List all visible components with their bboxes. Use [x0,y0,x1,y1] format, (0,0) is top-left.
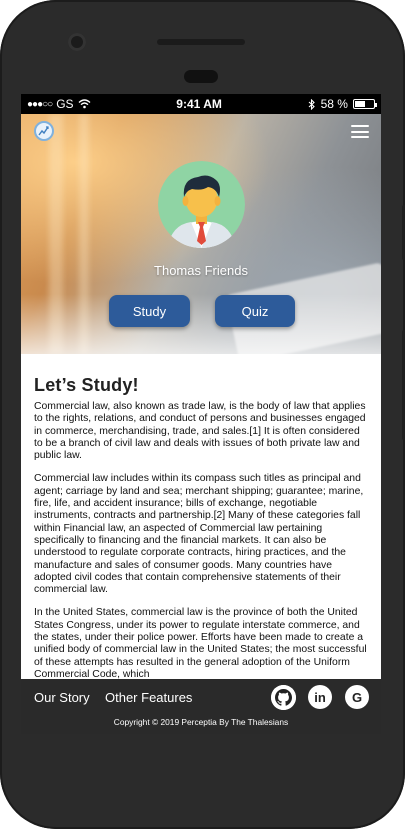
github-icon[interactable] [271,685,296,710]
front-camera [68,33,86,51]
copyright-text: Copyright © 2019 Perceptia By The Thales… [113,717,289,727]
hamburger-menu-icon[interactable] [351,125,369,138]
our-story-link[interactable]: Our Story [34,690,90,705]
clock: 9:41 AM [176,97,222,111]
proximity-sensor [184,70,218,83]
page-title: Let’s Study! [34,375,139,395]
study-content: Let’s Study! Commercial law, also known … [21,354,381,679]
content-paragraph: Commercial law includes within its compa… [34,473,364,596]
battery-level [354,101,365,107]
earpiece-speaker [157,39,245,45]
wifi-icon [78,99,91,109]
battery-icon [352,99,377,109]
google-icon[interactable]: G [345,685,369,709]
study-button[interactable]: Study [109,295,190,327]
logo-chart-icon [38,126,49,136]
username-label: Thomas Friends [154,263,248,278]
carrier-label: GS [56,97,74,111]
battery-percent: 58 % [320,97,348,111]
user-avatar-icon [158,161,245,248]
other-features-link[interactable]: Other Features [105,690,192,705]
bluetooth-icon [308,98,315,110]
phone-frame: ●●●○○ GS 9:41 AM 58 % Thomas Friends Stu… [0,0,405,829]
hero-fade [21,294,381,354]
status-right: 58 % [308,97,377,111]
content-paragraph: Commercial law, also known as trade law,… [34,401,366,462]
status-bar: ●●●○○ GS 9:41 AM 58 % [21,94,381,114]
footer: Our Story Other Features in G Copyright … [21,679,381,734]
profile-hero: Thomas Friends Study Quiz [21,114,381,354]
app-screen: ●●●○○ GS 9:41 AM 58 % Thomas Friends Stu… [21,94,381,734]
linkedin-icon[interactable]: in [308,685,332,709]
quiz-button[interactable]: Quiz [215,295,295,327]
content-paragraph: In the United States, commercial law is … [34,607,367,679]
logo-icon[interactable] [34,121,54,141]
signal-icon: ●●●○○ [27,98,53,110]
status-left: ●●●○○ GS [27,97,91,111]
